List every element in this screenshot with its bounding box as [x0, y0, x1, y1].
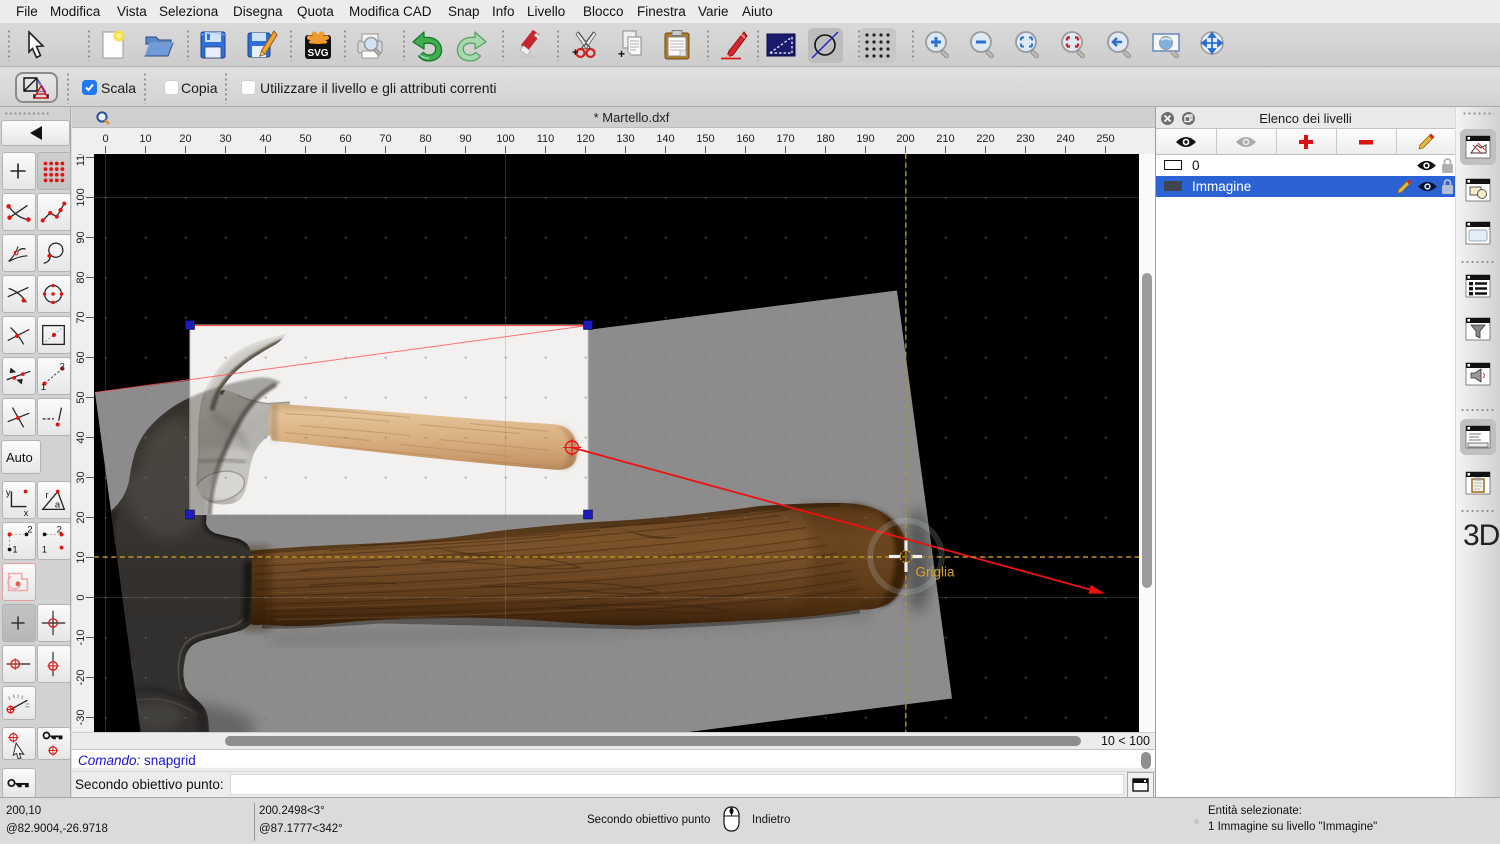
svg-text:x: x [24, 507, 29, 518]
svg-text:60: 60 [75, 351, 87, 363]
svg-text:10: 10 [75, 551, 87, 563]
svg-text:190: 190 [856, 133, 874, 145]
svg-text:70: 70 [379, 133, 391, 145]
svg-text:130: 130 [616, 133, 634, 145]
svg-text:Griglia: Griglia [916, 564, 956, 579]
svg-text:180: 180 [816, 133, 834, 145]
svg-text:230: 230 [1016, 133, 1034, 145]
svg-text:170: 170 [776, 133, 794, 145]
svg-text:20: 20 [179, 133, 191, 145]
svg-text:80: 80 [75, 271, 87, 283]
svg-text:110: 110 [75, 154, 87, 166]
svg-text:90: 90 [459, 133, 471, 145]
svg-text:1: 1 [12, 543, 17, 554]
svg-text:a: a [55, 499, 61, 510]
svg-text:SVG: SVG [307, 48, 328, 59]
svg-text:2: 2 [60, 360, 65, 371]
svg-text:240: 240 [1056, 133, 1074, 145]
svg-text:2: 2 [27, 524, 32, 535]
svg-text:70: 70 [75, 311, 87, 323]
svg-text:2: 2 [57, 524, 62, 535]
svg-text:50: 50 [75, 391, 87, 403]
svg-text:40: 40 [75, 431, 87, 443]
svg-text:30: 30 [75, 471, 87, 483]
svg-text:40: 40 [259, 133, 271, 145]
svg-text:220: 220 [976, 133, 994, 145]
svg-text:200: 200 [896, 133, 914, 145]
svg-text:y: y [6, 486, 11, 497]
svg-text:30: 30 [219, 133, 231, 145]
svg-text:250: 250 [1096, 133, 1114, 145]
svg-text:20: 20 [75, 511, 87, 523]
svg-text:10: 10 [139, 133, 151, 145]
svg-text:110: 110 [537, 133, 555, 145]
svg-text:60: 60 [339, 133, 351, 145]
svg-text:-10: -10 [75, 629, 87, 645]
svg-text:160: 160 [736, 133, 754, 145]
svg-text:-30: -30 [75, 709, 87, 725]
svg-text:-20: -20 [75, 669, 87, 685]
svg-text:r: r [46, 489, 49, 500]
svg-text:210: 210 [936, 133, 954, 145]
svg-text:+: + [572, 47, 578, 59]
svg-text:1: 1 [41, 381, 46, 392]
svg-text:80: 80 [419, 133, 431, 145]
svg-text:140: 140 [656, 133, 674, 145]
svg-text:50: 50 [299, 133, 311, 145]
svg-text:+: + [618, 47, 625, 61]
svg-text:1: 1 [42, 543, 47, 554]
svg-text:150: 150 [696, 133, 714, 145]
svg-text:120: 120 [576, 133, 594, 145]
svg-text:100: 100 [496, 133, 514, 145]
svg-text:0: 0 [102, 133, 108, 145]
svg-text:90: 90 [75, 231, 87, 243]
svg-text:0: 0 [75, 594, 87, 600]
svg-text:100: 100 [75, 188, 87, 206]
